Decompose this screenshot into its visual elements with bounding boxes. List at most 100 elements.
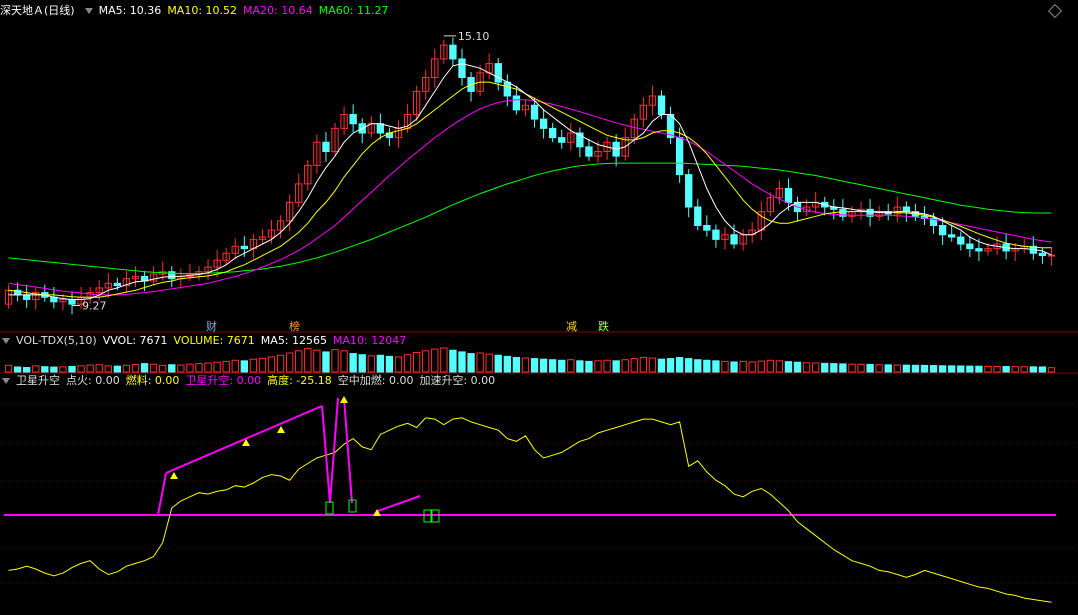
volume-bar: [1002, 366, 1010, 373]
volume-bar: [431, 348, 439, 373]
volume-bar: [585, 360, 593, 373]
volume-bar: [984, 365, 992, 373]
volume-bar: [485, 353, 493, 373]
volume-bar: [530, 358, 539, 373]
volume-bar: [902, 364, 911, 373]
volume-bar: [68, 365, 76, 373]
candle-down: [376, 123, 385, 134]
volume-bar: [86, 364, 94, 373]
volume-bar: [159, 364, 167, 373]
candle-down: [685, 174, 693, 208]
candle-down: [1038, 252, 1047, 257]
volume-bar: [938, 365, 947, 373]
volume-bar: [685, 358, 693, 373]
volume-bar: [113, 365, 122, 373]
volume-bar: [422, 350, 430, 373]
low-annotation: 9.27: [82, 300, 107, 313]
volume-bar: [77, 365, 85, 373]
volume-bar: [766, 359, 775, 373]
ma20-label: MA20: 10.64: [243, 4, 313, 17]
volume-bar: [104, 365, 112, 373]
volume-bar: [839, 363, 847, 373]
gaodu-label: 高度: -25.18: [267, 374, 332, 387]
chevron-down-icon[interactable]: [2, 378, 10, 384]
event-marker-bang[interactable]: 榜: [289, 318, 300, 334]
volume-bar: [41, 366, 49, 373]
candle-down: [784, 188, 793, 203]
candle-down: [512, 95, 521, 111]
candle-down: [349, 114, 357, 125]
volume-bar: [1029, 366, 1038, 373]
candle-down: [948, 234, 956, 238]
kongzhong-label: 空中加燃: 0.00: [337, 374, 414, 387]
chevron-down-icon[interactable]: [2, 338, 10, 344]
high-annotation: 15.10: [458, 30, 490, 43]
volume-bar: [993, 365, 1001, 373]
volume-bar: [957, 365, 965, 373]
signal-box: [325, 501, 334, 515]
volume-bar: [186, 363, 194, 373]
candle-down: [957, 236, 965, 245]
volume-bar: [975, 365, 983, 373]
event-marker-jian[interactable]: 减: [566, 318, 577, 334]
event-marker-die[interactable]: 跌: [598, 318, 609, 334]
volume-bar: [739, 360, 747, 373]
volume-bar: [494, 354, 502, 373]
volume-bar: [821, 362, 829, 373]
volume-bar: [721, 360, 729, 373]
volume-bar: [830, 363, 838, 373]
ma10-label: MA10: 10.52: [167, 4, 238, 17]
vol-ma10-label: MA10: 12047: [333, 334, 407, 347]
volume-bar: [793, 361, 802, 373]
candle-down: [240, 245, 249, 250]
volume-bar: [558, 359, 566, 373]
candle-down: [503, 81, 512, 97]
weixing-segment: [343, 397, 353, 504]
volume-bar: [929, 365, 938, 373]
candle-down: [703, 225, 711, 231]
candle-down: [730, 234, 738, 245]
ranliao-label: 燃料: 0.00: [125, 374, 180, 387]
volume-bar: [612, 360, 620, 373]
volume-bar: [204, 362, 212, 373]
volume-bar: [467, 353, 475, 373]
volume-bar: [168, 364, 176, 373]
volume-bar: [848, 363, 856, 373]
volume-bar: [267, 356, 276, 373]
candle-down: [675, 137, 684, 176]
dianhuo-label: 点火: 0.00: [66, 374, 120, 387]
ma20-line: [8, 99, 1052, 296]
volume-bar: [666, 358, 675, 373]
volume-label: VOLUME: 7671: [173, 334, 255, 347]
candle-down: [694, 206, 702, 226]
volume-bar: [240, 360, 249, 373]
signal-triangle: [277, 426, 285, 433]
volume-bar: [567, 359, 575, 373]
candle-down: [113, 282, 122, 287]
ma10-line: [8, 81, 1052, 298]
indicator-name: 卫星升空: [16, 374, 60, 387]
chevron-down-icon[interactable]: [84, 8, 93, 14]
volume-bar: [694, 359, 702, 373]
volume-bar: [367, 355, 375, 373]
volume-bar: [258, 357, 267, 373]
volume-bar: [231, 359, 239, 373]
event-marker-cai[interactable]: 财: [206, 318, 217, 334]
gaodu-line: [8, 417, 1052, 603]
ma60-line: [8, 162, 1052, 275]
vvol-label: VVOL: 7671: [102, 334, 168, 347]
volume-bar: [594, 360, 602, 373]
volume-bar: [576, 360, 584, 373]
volume-bar: [295, 350, 303, 373]
volume-bar: [394, 356, 403, 373]
candle-down: [902, 206, 911, 213]
stock-title: 深天地Ａ(日线): [0, 4, 75, 17]
volume-bar: [376, 354, 385, 373]
volume-bar: [140, 363, 149, 373]
volume-bar: [349, 353, 357, 373]
volume-bar: [131, 363, 140, 373]
candle-up: [1047, 254, 1056, 257]
volume-bar: [784, 361, 793, 373]
volume-bar: [340, 350, 348, 373]
signal-triangle: [170, 472, 178, 479]
